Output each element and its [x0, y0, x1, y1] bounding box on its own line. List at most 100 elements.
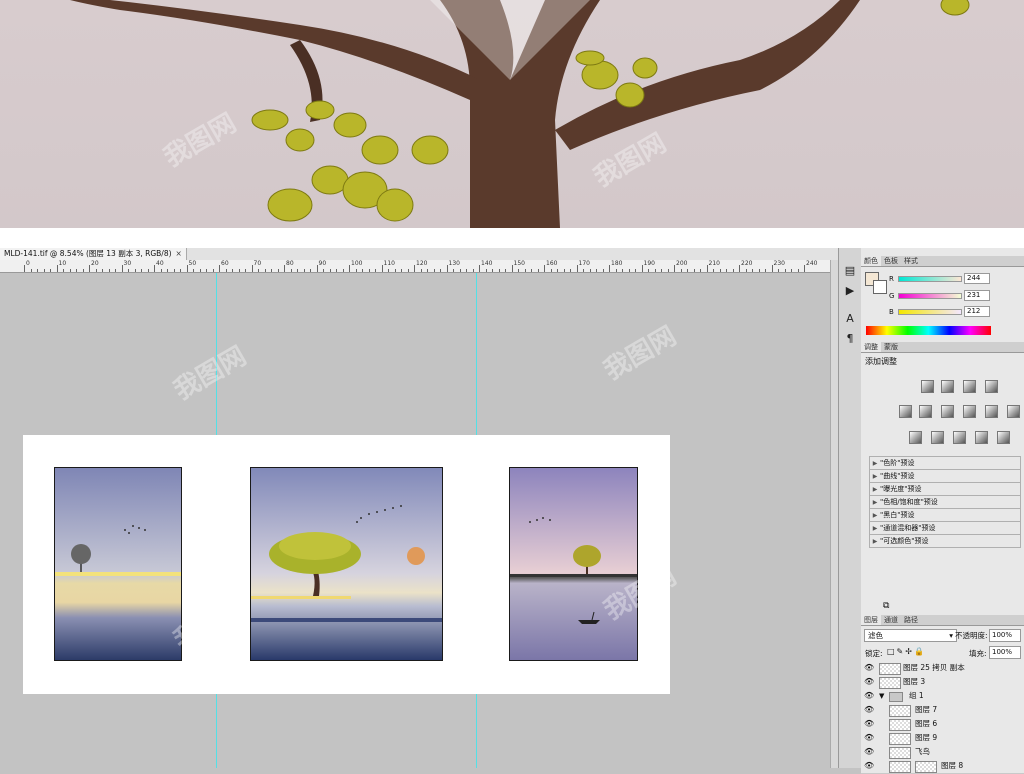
layer-row[interactable]: 👁 图层 8: [861, 759, 1024, 774]
blend-mode-value: 滤色: [868, 631, 883, 640]
ruler-minor-tick: [264, 269, 266, 272]
ruler-tick-label: 240: [806, 260, 818, 267]
ruler-minor-tick: [628, 269, 630, 272]
eye-icon[interactable]: 👁: [864, 733, 874, 743]
red-slider[interactable]: [898, 276, 962, 282]
ruler-tick-mark: [739, 265, 740, 272]
photo-filter-icon[interactable]: [985, 405, 998, 418]
black-white-icon[interactable]: [963, 405, 976, 418]
close-icon[interactable]: ×: [176, 249, 182, 258]
channel-r-label: R: [889, 275, 894, 283]
layer-name: 飞鸟: [915, 747, 930, 756]
blue-value-input[interactable]: 212: [964, 306, 990, 317]
eye-icon[interactable]: 👁: [864, 677, 874, 687]
gradient-map-icon[interactable]: [975, 431, 988, 444]
ruler-minor-tick: [797, 269, 799, 272]
tab-color[interactable]: 颜色: [861, 256, 881, 266]
layer-thumbnail: [889, 761, 911, 773]
invert-icon[interactable]: [909, 431, 922, 444]
exposure-icon[interactable]: [985, 380, 998, 393]
tab-layers[interactable]: 图层: [861, 615, 881, 625]
threshold-icon[interactable]: [953, 431, 966, 444]
ruler-tick-mark: [414, 265, 415, 272]
canvas-area[interactable]: 我图网 我图网 我图网 我图网: [0, 273, 830, 768]
opacity-input[interactable]: 100%: [989, 629, 1021, 642]
group-expand-icon[interactable]: ▼: [879, 689, 884, 703]
vibrance-icon[interactable]: [899, 405, 912, 418]
ruler-minor-tick: [401, 269, 402, 272]
ruler-minor-tick: [680, 269, 682, 272]
preset-row[interactable]: ▶ "色相/饱和度"预设: [869, 495, 1021, 509]
ruler-minor-tick: [752, 269, 753, 272]
red-value-input[interactable]: 244: [964, 273, 990, 284]
tab-swatches[interactable]: 色板: [881, 256, 901, 266]
eye-icon[interactable]: 👁: [864, 761, 874, 771]
hue-saturation-icon[interactable]: [919, 405, 932, 418]
blend-mode-select[interactable]: 滤色 ▾: [864, 629, 957, 642]
layer-row[interactable]: 👁 图层 3: [861, 675, 1024, 690]
layer-row[interactable]: 👁 飞鸟: [861, 745, 1024, 760]
preset-row[interactable]: ▶ "黑白"预设: [869, 508, 1021, 522]
color-balance-icon[interactable]: [941, 405, 954, 418]
background-color-swatch[interactable]: [873, 280, 887, 294]
brightness-icon[interactable]: [921, 380, 934, 393]
eye-icon[interactable]: 👁: [864, 691, 874, 701]
ruler-minor-tick: [329, 269, 331, 272]
lock-options-icon[interactable]: □✎✢🔒: [887, 647, 926, 656]
tab-channels[interactable]: 通道: [881, 615, 901, 625]
layer-name: 组 1: [909, 691, 924, 700]
eye-icon[interactable]: 👁: [864, 705, 874, 715]
eye-icon[interactable]: 👁: [864, 719, 874, 729]
channel-mixer-icon[interactable]: [1007, 405, 1020, 418]
separator-strip: [0, 228, 1024, 248]
curves-icon[interactable]: [963, 380, 976, 393]
ruler-minor-tick: [394, 269, 396, 272]
ruler-tick-label: 220: [741, 260, 753, 267]
preset-label: "通道混和器"预设: [880, 524, 936, 532]
levels-icon[interactable]: [941, 380, 954, 393]
ruler-minor-tick: [453, 269, 454, 272]
tab-masks[interactable]: 蒙版: [881, 342, 901, 352]
preset-row[interactable]: ▶ "可选颜色"预设: [869, 534, 1021, 548]
ruler-minor-tick: [63, 269, 64, 272]
actions-icon[interactable]: ▶: [843, 284, 857, 298]
green-slider[interactable]: [898, 293, 962, 299]
tab-adjustments[interactable]: 调整: [861, 342, 881, 352]
watermark-text: 我图网: [598, 321, 682, 387]
layer-row[interactable]: 👁 图层 25 拷贝 副本: [861, 661, 1024, 676]
history-icon[interactable]: ▤: [843, 264, 857, 278]
ruler-minor-tick: [355, 269, 357, 272]
tab-styles[interactable]: 样式: [901, 256, 921, 266]
ruler-tick-mark: [674, 265, 675, 272]
tab-paths[interactable]: 路径: [901, 615, 921, 625]
blue-slider[interactable]: [898, 309, 962, 315]
green-value-input[interactable]: 231: [964, 290, 990, 301]
color-spectrum-bar[interactable]: [866, 326, 991, 335]
layer-row[interactable]: 👁 图层 9: [861, 731, 1024, 746]
ruler-minor-tick: [635, 269, 636, 272]
posterize-icon[interactable]: [931, 431, 944, 444]
preset-row[interactable]: ▶ "曲线"预设: [869, 469, 1021, 483]
ruler-minor-tick: [583, 269, 584, 272]
ruler-minor-tick: [342, 269, 344, 272]
ruler-minor-tick: [368, 269, 370, 272]
eye-icon[interactable]: 👁: [864, 747, 874, 757]
fill-input[interactable]: 100%: [989, 646, 1021, 659]
eye-icon[interactable]: 👁: [864, 663, 874, 673]
character-icon[interactable]: A: [843, 312, 857, 326]
paragraph-icon[interactable]: ¶: [843, 332, 857, 346]
layer-row[interactable]: 👁 图层 6: [861, 717, 1024, 732]
layer-row[interactable]: 👁 图层 7: [861, 703, 1024, 718]
layer-thumbnail: [889, 719, 911, 731]
preset-row[interactable]: ▶ "色阶"预设: [869, 456, 1021, 470]
preset-label: "色相/饱和度"预设: [880, 498, 938, 506]
ruler-minor-tick: [687, 269, 688, 272]
ruler-minor-tick: [310, 269, 311, 272]
preset-row[interactable]: ▶ "通道混和器"预设: [869, 521, 1021, 535]
clip-to-layer-icon[interactable]: ⧉: [883, 601, 893, 611]
preset-row[interactable]: ▶ "曝光度"预设: [869, 482, 1021, 496]
selective-color-icon[interactable]: [997, 431, 1010, 444]
document-tab[interactable]: MLD-141.tif @ 8.54% (图层 13 副本 3, RGB/8) ×: [0, 248, 187, 260]
layer-mask-thumbnail: [915, 761, 937, 773]
layer-group-row[interactable]: 👁 ▼ 组 1: [861, 689, 1024, 704]
